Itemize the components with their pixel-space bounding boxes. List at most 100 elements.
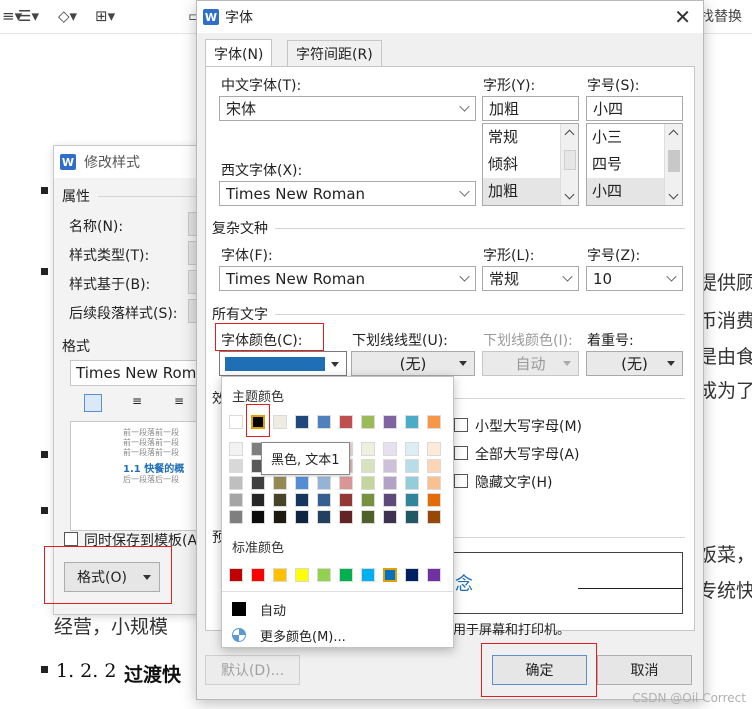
theme-color-swatch[interactable] <box>427 415 441 429</box>
theme-shade-swatch[interactable] <box>361 459 375 473</box>
theme-shade-swatch[interactable] <box>273 476 287 490</box>
standard-color-swatch[interactable] <box>405 568 419 582</box>
tab-char-spacing[interactable]: 字符间距(R) <box>287 40 382 66</box>
theme-shade-swatch[interactable] <box>251 510 265 524</box>
theme-shade-swatch[interactable] <box>339 493 353 507</box>
theme-shade-swatch[interactable] <box>229 510 243 524</box>
align-left-icon[interactable] <box>84 394 102 412</box>
complex-font-select[interactable]: Times New Roman <box>219 266 476 291</box>
more-colors-item[interactable]: 更多颜色(M)... <box>222 622 453 648</box>
theme-shade-swatch[interactable] <box>361 442 375 456</box>
shading-icon[interactable]: ◇▾ <box>58 4 77 28</box>
border-icon[interactable]: ⊞▾ <box>95 4 115 28</box>
scroll-thumb[interactable] <box>668 150 680 172</box>
scrollbar[interactable] <box>560 124 578 205</box>
standard-color-swatch[interactable] <box>383 568 397 582</box>
theme-shade-swatch[interactable] <box>317 493 331 507</box>
font-style-input[interactable]: 加粗 <box>482 96 579 121</box>
complex-style-select[interactable]: 常规 <box>482 266 579 291</box>
font-style-list[interactable]: 常规 倾斜 加粗 <box>482 123 579 206</box>
theme-color-swatch[interactable] <box>361 415 375 429</box>
auto-color-item[interactable]: 自动 <box>222 596 453 622</box>
standard-color-swatch[interactable] <box>295 568 309 582</box>
theme-shade-swatch[interactable] <box>317 510 331 524</box>
cn-font-select[interactable]: 宋体 <box>219 96 476 121</box>
underline-type-select[interactable]: (无) <box>351 351 475 376</box>
font-color-select[interactable] <box>219 351 347 376</box>
theme-shade-swatch[interactable] <box>295 476 309 490</box>
scroll-up-icon[interactable] <box>564 129 575 140</box>
theme-color-swatch[interactable] <box>405 415 419 429</box>
theme-shade-swatch[interactable] <box>405 493 419 507</box>
all-caps-checkbox[interactable] <box>454 446 468 460</box>
theme-shade-swatch[interactable] <box>251 493 265 507</box>
complex-size-select[interactable]: 10 <box>586 266 683 291</box>
font-size-list[interactable]: 小三 四号 小四 <box>586 123 683 206</box>
emphasis-select[interactable]: (无) <box>586 351 683 376</box>
theme-shade-swatch[interactable] <box>229 459 243 473</box>
theme-color-swatch[interactable] <box>295 415 309 429</box>
theme-shade-swatch[interactable] <box>295 510 309 524</box>
theme-color-swatch[interactable] <box>229 415 243 429</box>
theme-shade-swatch[interactable] <box>251 476 265 490</box>
theme-shade-swatch[interactable] <box>361 493 375 507</box>
theme-shade-swatch[interactable] <box>361 510 375 524</box>
theme-shade-swatch[interactable] <box>427 510 441 524</box>
theme-shade-swatch[interactable] <box>427 459 441 473</box>
theme-color-swatch[interactable] <box>339 415 353 429</box>
western-font-select[interactable]: Times New Roman <box>219 181 476 206</box>
standard-color-swatch[interactable] <box>251 568 265 582</box>
theme-shade-swatch[interactable] <box>229 493 243 507</box>
theme-shade-swatch[interactable] <box>317 476 331 490</box>
standard-color-swatch[interactable] <box>427 568 441 582</box>
standard-color-swatch[interactable] <box>273 568 287 582</box>
theme-shade-swatch[interactable] <box>427 493 441 507</box>
theme-shade-swatch[interactable] <box>383 459 397 473</box>
cancel-button[interactable]: 取消 <box>597 655 692 685</box>
theme-color-swatch[interactable] <box>273 415 287 429</box>
scrollbar[interactable] <box>664 124 682 205</box>
theme-shade-swatch[interactable] <box>229 476 243 490</box>
close-icon[interactable]: ✕ <box>674 5 691 29</box>
theme-shade-swatch[interactable] <box>295 493 309 507</box>
theme-shade-swatch[interactable] <box>229 442 243 456</box>
small-caps-checkbox[interactable] <box>454 418 468 432</box>
scroll-thumb[interactable] <box>564 150 576 170</box>
hidden-text-checkbox[interactable] <box>454 474 468 488</box>
theme-shade-swatch[interactable] <box>405 442 419 456</box>
default-button[interactable]: 默认(D)... <box>205 655 300 685</box>
ok-button[interactable]: 确定 <box>492 655 587 685</box>
theme-shade-swatch[interactable] <box>405 510 419 524</box>
theme-shade-swatch[interactable] <box>427 442 441 456</box>
list-icon[interactable]: ☰▾ <box>18 4 39 28</box>
align-right-icon[interactable]: ≡ <box>170 394 188 412</box>
save-template-checkbox[interactable] <box>64 532 78 546</box>
theme-shade-swatch[interactable] <box>339 476 353 490</box>
theme-shade-swatch[interactable] <box>405 476 419 490</box>
theme-shade-swatch[interactable] <box>339 510 353 524</box>
style-font-select[interactable]: Times New Roma <box>70 360 210 386</box>
tab-font[interactable]: 字体(N) <box>205 39 273 67</box>
scroll-up-icon[interactable] <box>668 129 679 140</box>
theme-shade-swatch[interactable] <box>273 510 287 524</box>
scroll-down-icon[interactable] <box>564 189 575 200</box>
format-button[interactable]: 格式(O) <box>64 562 160 592</box>
theme-color-swatch[interactable] <box>383 415 397 429</box>
theme-color-swatch[interactable] <box>317 415 331 429</box>
theme-shade-swatch[interactable] <box>405 459 419 473</box>
standard-color-swatch[interactable] <box>361 568 375 582</box>
theme-shade-swatch[interactable] <box>383 476 397 490</box>
underline-color-select[interactable]: 自动 <box>482 351 579 376</box>
theme-shade-swatch[interactable] <box>273 493 287 507</box>
font-size-input[interactable]: 小四 <box>586 96 683 121</box>
theme-shade-swatch[interactable] <box>383 442 397 456</box>
standard-color-swatch[interactable] <box>317 568 331 582</box>
theme-shade-swatch[interactable] <box>427 476 441 490</box>
theme-shade-swatch[interactable] <box>361 476 375 490</box>
standard-color-swatch[interactable] <box>339 568 353 582</box>
standard-color-swatch[interactable] <box>229 568 243 582</box>
theme-shade-swatch[interactable] <box>383 510 397 524</box>
align-center-icon[interactable]: ≡ <box>128 394 146 412</box>
theme-shade-swatch[interactable] <box>383 493 397 507</box>
find-replace-button[interactable]: 找替换 <box>700 4 742 28</box>
